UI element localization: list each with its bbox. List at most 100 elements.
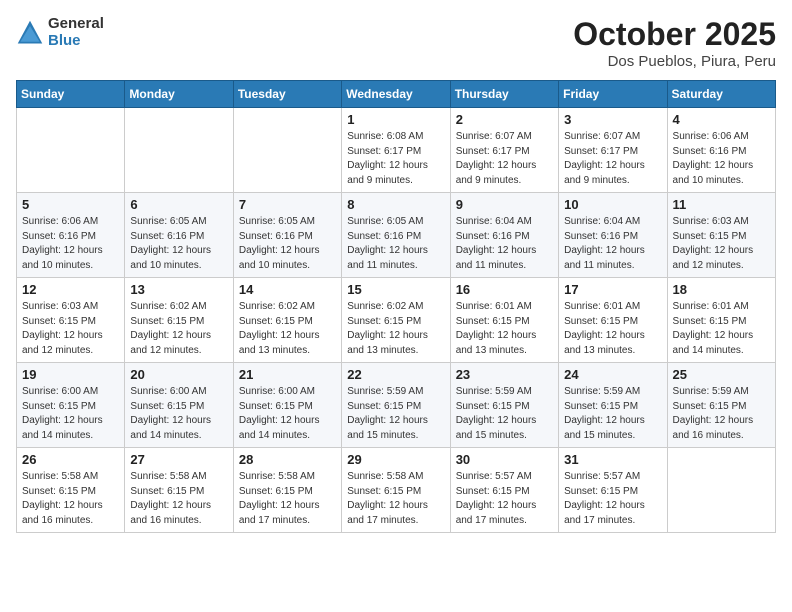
calendar-cell: 3 Sunrise: 6:07 AM Sunset: 6:17 PM Daylig… xyxy=(559,108,667,193)
day-info: Sunrise: 6:07 AM Sunset: 6:17 PM Dayligh… xyxy=(564,130,661,188)
weekday-header: Saturday xyxy=(667,81,775,108)
calendar-cell: 17 Sunrise: 6:01 AM Sunset: 6:15 PM Dayli… xyxy=(559,278,667,363)
day-info: Sunrise: 5:58 AM Sunset: 6:15 PM Dayligh… xyxy=(130,470,227,528)
day-info: Sunrise: 5:59 AM Sunset: 6:15 PM Dayligh… xyxy=(673,385,770,443)
day-number: 22 xyxy=(347,367,444,382)
day-number: 27 xyxy=(130,452,227,467)
calendar-cell: 13 Sunrise: 6:02 AM Sunset: 6:15 PM Dayli… xyxy=(125,278,233,363)
day-number: 31 xyxy=(564,452,661,467)
calendar-cell: 30Sunrise: 5:57 AM Sunset: 6:15 PM Dayli… xyxy=(450,448,558,533)
day-info: Sunrise: 6:00 AM Sunset: 6:15 PM Dayligh… xyxy=(239,385,336,443)
day-info: Sunrise: 6:05 AM Sunset: 6:16 PM Dayligh… xyxy=(239,215,336,273)
calendar-cell: 19Sunrise: 6:00 AM Sunset: 6:15 PM Dayli… xyxy=(17,363,125,448)
calendar-cell: 6Sunrise: 6:05 AM Sunset: 6:16 PM Daylig… xyxy=(125,193,233,278)
calendar-cell: 18 Sunrise: 6:01 AM Sunset: 6:15 PM Dayli… xyxy=(667,278,775,363)
calendar-week-row: 12 Sunrise: 6:03 AM Sunset: 6:15 PM Dayli… xyxy=(17,278,776,363)
day-info: Sunrise: 6:02 AM Sunset: 6:15 PM Dayligh… xyxy=(347,300,444,358)
calendar-cell xyxy=(667,448,775,533)
logo-line1: General xyxy=(48,16,104,33)
calendar-cell: 28Sunrise: 5:58 AM Sunset: 6:15 PM Dayli… xyxy=(233,448,341,533)
day-number: 5 xyxy=(22,197,119,212)
day-number: 12 xyxy=(22,282,119,297)
day-number: 3 xyxy=(564,112,661,127)
weekday-header: Friday xyxy=(559,81,667,108)
day-number: 13 xyxy=(130,282,227,297)
day-number: 25 xyxy=(673,367,770,382)
day-info: Sunrise: 6:08 AM Sunset: 6:17 PM Dayligh… xyxy=(347,130,444,188)
day-number: 26 xyxy=(22,452,119,467)
calendar-cell: 27 Sunrise: 5:58 AM Sunset: 6:15 PM Dayli… xyxy=(125,448,233,533)
day-info: Sunrise: 6:04 AM Sunset: 6:16 PM Dayligh… xyxy=(456,215,553,273)
day-number: 23 xyxy=(456,367,553,382)
calendar-cell: 12 Sunrise: 6:03 AM Sunset: 6:15 PM Dayli… xyxy=(17,278,125,363)
day-number: 1 xyxy=(347,112,444,127)
day-info: Sunrise: 6:05 AM Sunset: 6:16 PM Dayligh… xyxy=(347,215,444,273)
day-number: 10 xyxy=(564,197,661,212)
day-info: Sunrise: 5:59 AM Sunset: 6:15 PM Dayligh… xyxy=(564,385,661,443)
logo-text: General Blue xyxy=(48,16,104,49)
calendar-cell: 9Sunrise: 6:04 AM Sunset: 6:16 PM Daylig… xyxy=(450,193,558,278)
weekday-header: Wednesday xyxy=(342,81,450,108)
day-info: Sunrise: 6:01 AM Sunset: 6:15 PM Dayligh… xyxy=(673,300,770,358)
day-info: Sunrise: 6:02 AM Sunset: 6:15 PM Dayligh… xyxy=(239,300,336,358)
calendar-cell: 26Sunrise: 5:58 AM Sunset: 6:15 PM Dayli… xyxy=(17,448,125,533)
day-info: Sunrise: 6:02 AM Sunset: 6:15 PM Dayligh… xyxy=(130,300,227,358)
day-info: Sunrise: 5:58 AM Sunset: 6:15 PM Dayligh… xyxy=(347,470,444,528)
day-number: 14 xyxy=(239,282,336,297)
calendar-week-row: 1 Sunrise: 6:08 AM Sunset: 6:17 PM Daylig… xyxy=(17,108,776,193)
day-number: 24 xyxy=(564,367,661,382)
calendar-week-row: 19Sunrise: 6:00 AM Sunset: 6:15 PM Dayli… xyxy=(17,363,776,448)
weekday-header: Tuesday xyxy=(233,81,341,108)
calendar-cell: 2Sunrise: 6:07 AM Sunset: 6:17 PM Daylig… xyxy=(450,108,558,193)
weekday-header: Sunday xyxy=(17,81,125,108)
day-info: Sunrise: 6:06 AM Sunset: 6:16 PM Dayligh… xyxy=(673,130,770,188)
calendar-cell: 1 Sunrise: 6:08 AM Sunset: 6:17 PM Daylig… xyxy=(342,108,450,193)
day-number: 15 xyxy=(347,282,444,297)
calendar-cell: 25 Sunrise: 5:59 AM Sunset: 6:15 PM Dayli… xyxy=(667,363,775,448)
weekday-header: Thursday xyxy=(450,81,558,108)
calendar-cell: 14 Sunrise: 6:02 AM Sunset: 6:15 PM Dayli… xyxy=(233,278,341,363)
day-number: 20 xyxy=(130,367,227,382)
title-area: October 2025 Dos Pueblos, Piura, Peru xyxy=(573,16,776,70)
calendar-cell: 5 Sunrise: 6:06 AM Sunset: 6:16 PM Daylig… xyxy=(17,193,125,278)
day-number: 7 xyxy=(239,197,336,212)
day-number: 29 xyxy=(347,452,444,467)
header: General Blue October 2025 Dos Pueblos, P… xyxy=(16,16,776,70)
calendar-cell: 20 Sunrise: 6:00 AM Sunset: 6:15 PM Dayli… xyxy=(125,363,233,448)
day-info: Sunrise: 5:59 AM Sunset: 6:15 PM Dayligh… xyxy=(347,385,444,443)
weekday-header-row: SundayMondayTuesdayWednesdayThursdayFrid… xyxy=(17,81,776,108)
day-info: Sunrise: 6:00 AM Sunset: 6:15 PM Dayligh… xyxy=(22,385,119,443)
day-info: Sunrise: 6:03 AM Sunset: 6:15 PM Dayligh… xyxy=(22,300,119,358)
location: Dos Pueblos, Piura, Peru xyxy=(573,53,776,70)
day-info: Sunrise: 6:04 AM Sunset: 6:16 PM Dayligh… xyxy=(564,215,661,273)
day-info: Sunrise: 6:00 AM Sunset: 6:15 PM Dayligh… xyxy=(130,385,227,443)
calendar-cell: 21 Sunrise: 6:00 AM Sunset: 6:15 PM Dayli… xyxy=(233,363,341,448)
day-info: Sunrise: 6:03 AM Sunset: 6:15 PM Dayligh… xyxy=(673,215,770,273)
calendar-cell: 31 Sunrise: 5:57 AM Sunset: 6:15 PM Dayli… xyxy=(559,448,667,533)
calendar-cell: 24 Sunrise: 5:59 AM Sunset: 6:15 PM Dayli… xyxy=(559,363,667,448)
calendar-cell: 8 Sunrise: 6:05 AM Sunset: 6:16 PM Daylig… xyxy=(342,193,450,278)
day-number: 16 xyxy=(456,282,553,297)
logo: General Blue xyxy=(16,16,104,49)
day-number: 21 xyxy=(239,367,336,382)
weekday-header: Monday xyxy=(125,81,233,108)
logo-icon xyxy=(16,19,44,47)
day-number: 8 xyxy=(347,197,444,212)
day-info: Sunrise: 6:01 AM Sunset: 6:15 PM Dayligh… xyxy=(456,300,553,358)
calendar-cell: 4 Sunrise: 6:06 AM Sunset: 6:16 PM Daylig… xyxy=(667,108,775,193)
day-number: 18 xyxy=(673,282,770,297)
day-info: Sunrise: 6:01 AM Sunset: 6:15 PM Dayligh… xyxy=(564,300,661,358)
day-info: Sunrise: 5:58 AM Sunset: 6:15 PM Dayligh… xyxy=(239,470,336,528)
day-info: Sunrise: 5:57 AM Sunset: 6:15 PM Dayligh… xyxy=(564,470,661,528)
day-info: Sunrise: 6:07 AM Sunset: 6:17 PM Dayligh… xyxy=(456,130,553,188)
calendar-cell: 16 Sunrise: 6:01 AM Sunset: 6:15 PM Dayli… xyxy=(450,278,558,363)
day-number: 17 xyxy=(564,282,661,297)
logo-line2: Blue xyxy=(48,33,104,50)
calendar-cell xyxy=(233,108,341,193)
day-info: Sunrise: 6:06 AM Sunset: 6:16 PM Dayligh… xyxy=(22,215,119,273)
calendar-week-row: 26 Sunrise: 5:58 AM Sunset: 6:15 PM Dayli… xyxy=(17,448,776,533)
day-number: 11 xyxy=(673,197,770,212)
day-number: 4 xyxy=(673,112,770,127)
calendar-cell xyxy=(125,108,233,193)
day-number: 6 xyxy=(130,197,227,212)
